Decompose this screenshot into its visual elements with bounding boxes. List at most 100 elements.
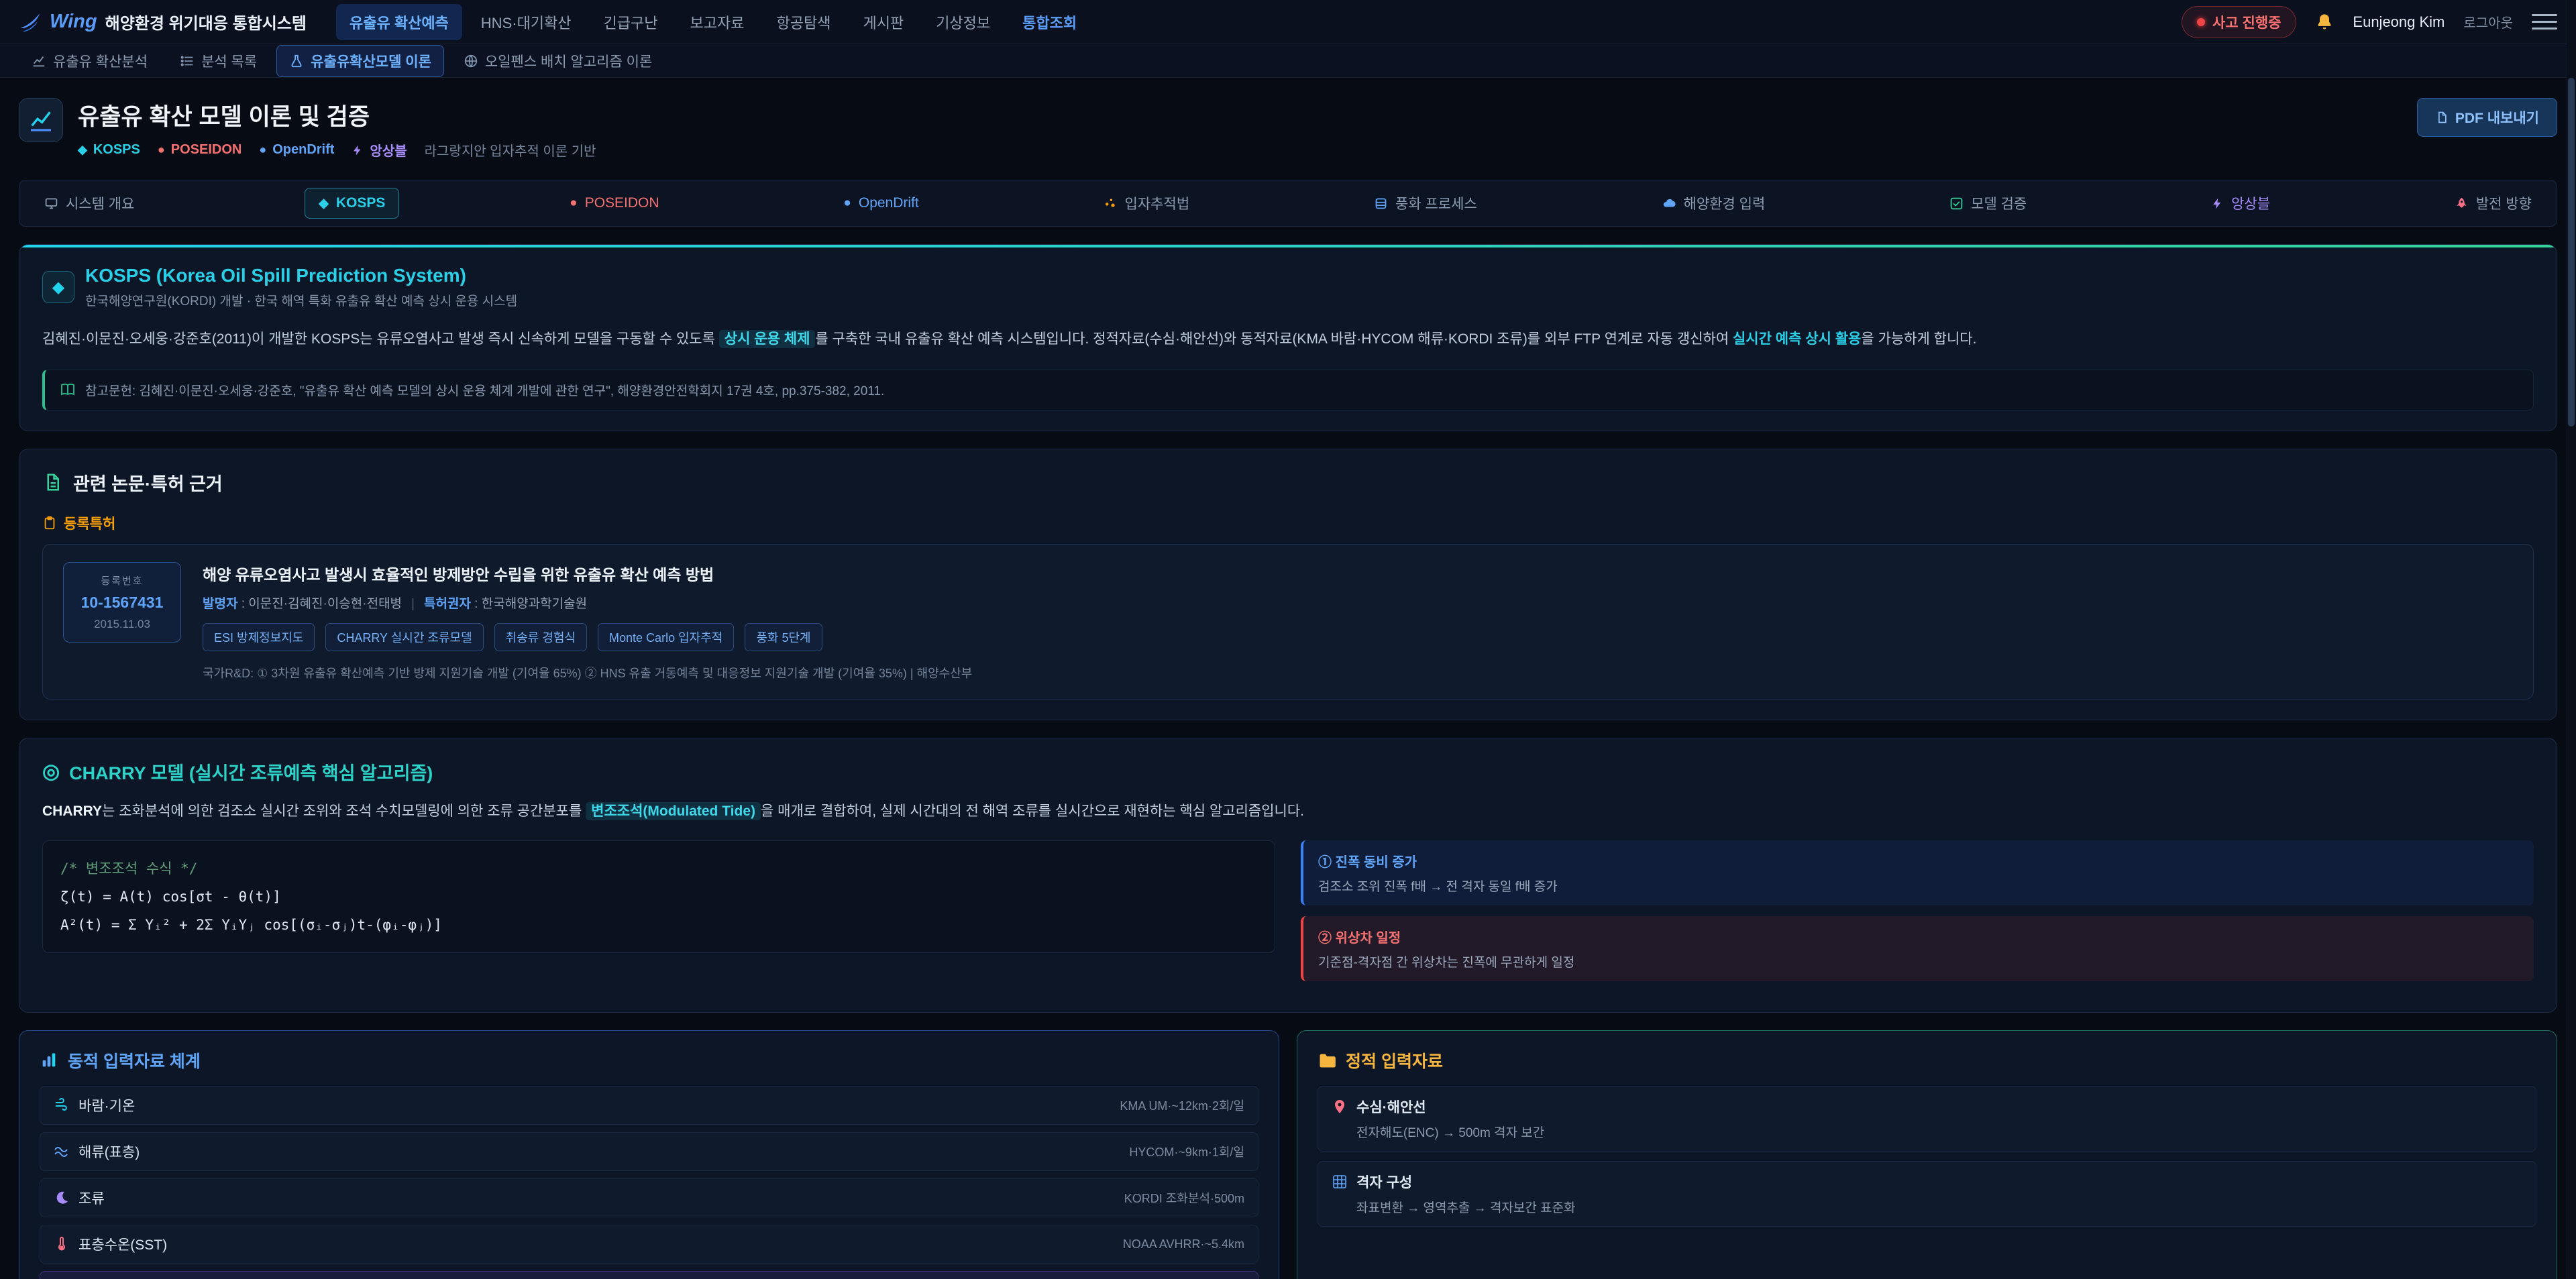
kosps-diamond-icon: ◆ bbox=[42, 271, 74, 303]
charry-paragraph: CHARRY는 조화분석에 의한 검조소 실시간 조위와 조석 수치모델링에 의… bbox=[42, 799, 2534, 824]
tag-charry-model: CHARRY 실시간 조류모델 bbox=[325, 623, 483, 651]
diamond-icon: ◆ bbox=[319, 196, 329, 211]
badge-poseidon: ●POSEIDON bbox=[158, 142, 241, 158]
nav-item-weather[interactable]: 기상정보 bbox=[922, 4, 1004, 40]
section-nav: 시스템 개요 ◆ KOSPS ● POSEIDON ● OpenDrift 입자… bbox=[19, 180, 2557, 227]
kosps-header: ◆ KOSPS (Korea Oil Spill Prediction Syst… bbox=[42, 265, 2534, 309]
bell-icon[interactable] bbox=[2315, 13, 2334, 32]
incident-label: 사고 진행중 bbox=[2212, 12, 2281, 32]
book-icon bbox=[60, 382, 76, 398]
dot-icon: ● bbox=[570, 196, 577, 211]
charry-header: ◎ CHARRY 모델 (실시간 조류예측 핵심 알고리즘) bbox=[42, 759, 2534, 785]
nav-item-board[interactable]: 게시판 bbox=[849, 4, 917, 40]
section-item-ocean-environment-input[interactable]: 해양환경 입력 bbox=[1648, 186, 1780, 221]
section-item-system-overview[interactable]: 시스템 개요 bbox=[30, 186, 148, 221]
kosps-title: KOSPS (Korea Oil Spill Prediction System… bbox=[85, 265, 517, 286]
kosps-paragraph: 김혜진·이문진·오세웅·강준호(2011)이 개발한 KOSPS는 유류오염사고… bbox=[42, 327, 2534, 352]
section-item-future-direction[interactable]: 발전 방향 bbox=[2440, 186, 2546, 221]
brand-name: Wing bbox=[50, 11, 97, 33]
nav-item-oil-spill-prediction[interactable]: 유출유 확산예측 bbox=[336, 4, 462, 40]
logout-link[interactable]: 로그아웃 bbox=[2463, 12, 2513, 32]
dot-icon: ● bbox=[843, 196, 851, 211]
layers-icon bbox=[1374, 197, 1388, 211]
topbar: Wing 해양환경 위기대응 통합시스템 유출유 확산예측 HNS·대기확산 긴… bbox=[0, 0, 2576, 44]
tab-label: 유출유확산모델 이론 bbox=[311, 51, 431, 71]
dynamic-input-header: 동적 입력자료 체계 bbox=[40, 1048, 1258, 1072]
tab-oil-fence-algorithm-theory[interactable]: 오일펜스 배치 알고리즘 이론 bbox=[451, 45, 665, 77]
brand-title: 해양환경 위기대응 통합시스템 bbox=[105, 10, 307, 34]
patent-date: 2015.11.03 bbox=[76, 618, 168, 631]
nav-item-emergency-rescue[interactable]: 긴급구난 bbox=[590, 4, 672, 40]
menu-icon[interactable] bbox=[2532, 14, 2557, 30]
section-item-opendrift[interactable]: ● OpenDrift bbox=[829, 188, 932, 219]
brand[interactable]: Wing 해양환경 위기대응 통합시스템 bbox=[19, 10, 307, 34]
cloud-icon bbox=[1662, 196, 1676, 211]
section-item-model-validation[interactable]: 모델 검증 bbox=[1935, 186, 2041, 221]
incident-status-badge[interactable]: 사고 진행중 bbox=[2182, 6, 2296, 38]
tab-model-theory[interactable]: 유출유확산모델 이론 bbox=[276, 45, 444, 77]
tag-esi-map: ESI 방제정보지도 bbox=[203, 623, 315, 651]
static-input-header: 정적 입력자료 bbox=[1318, 1048, 2536, 1072]
papers-section: 관련 논문·특허 근거 등록특허 등록번호 10-1567431 2015.11… bbox=[19, 449, 2557, 720]
moon-icon bbox=[54, 1190, 70, 1206]
patent-number: 10-1567431 bbox=[76, 594, 168, 612]
bolt-icon bbox=[352, 144, 364, 156]
grid-icon bbox=[1332, 1174, 1348, 1190]
section-item-particle-tracking[interactable]: 입자추적법 bbox=[1089, 186, 1204, 221]
section-item-weathering-process[interactable]: 풍화 프로세스 bbox=[1360, 186, 1491, 221]
target-icon: ◎ bbox=[42, 760, 60, 783]
reference-box: 참고문헌: 김혜진·이문진·오세웅·강준호, "유출유 확산 예측 모델의 상시… bbox=[42, 370, 2534, 410]
patent-tags: ESI 방제정보지도 CHARRY 실시간 조류모델 취송류 경험식 Monte… bbox=[203, 623, 972, 651]
thermometer-icon bbox=[54, 1236, 70, 1252]
dot-icon: ● bbox=[259, 143, 266, 157]
highlight-always-on-system: 상시 운용 체제 bbox=[719, 330, 816, 348]
nav-item-integrated-search[interactable]: 통합조회 bbox=[1009, 4, 1090, 40]
section-item-kosps[interactable]: ◆ KOSPS bbox=[305, 188, 399, 219]
kosps-subtitle: 한국해양연구원(KORDI) 개발 · 한국 해역 특화 유출유 확산 예측 상… bbox=[85, 291, 517, 309]
page-chart-icon bbox=[19, 98, 63, 142]
scrollbar-thumb[interactable] bbox=[2568, 78, 2575, 427]
patent-meta: 발명자 : 이문진·김혜진·이승현·전태병|특허권자 : 한국해양과학기술원 bbox=[203, 594, 972, 612]
patent-body: 해양 유류오염사고 발생시 효율적인 방제방안 수립을 위한 유출유 확산 예측… bbox=[203, 562, 972, 681]
list-icon bbox=[180, 54, 195, 68]
dynamic-row-tide: 조류 KORDI 조화분석·500m bbox=[40, 1178, 1258, 1217]
section-item-ensemble[interactable]: 앙상블 bbox=[2197, 186, 2284, 221]
patent-number-label: 등록번호 bbox=[76, 573, 168, 588]
patent-title: 해양 유류오염사고 발생시 효율적인 방제방안 수립을 위한 유출유 확산 예측… bbox=[203, 562, 972, 585]
particles-icon bbox=[1104, 197, 1118, 211]
page-header: 유출유 확산 모델 이론 및 검증 ◆KOSPS ●POSEIDON ●Open… bbox=[19, 98, 2557, 160]
charry-section: ◎ CHARRY 모델 (실시간 조류예측 핵심 알고리즘) CHARRY는 조… bbox=[19, 738, 2557, 1013]
formula-zeta: ζ(t) = A(t) cos[σt - θ(t)] bbox=[60, 883, 1257, 911]
user-name: Eunjeong Kim bbox=[2353, 13, 2445, 31]
section-item-poseidon[interactable]: ● POSEIDON bbox=[555, 188, 673, 219]
patent-footnote: 국가R&D: ① 3차원 유출유 확산예측 기반 방제 지원기술 개발 (기여율… bbox=[203, 664, 972, 681]
scrollbar[interactable] bbox=[2567, 0, 2576, 1279]
dot-icon: ● bbox=[158, 143, 165, 157]
check-square-icon bbox=[1949, 197, 1964, 211]
tag-monte-carlo: Monte Carlo 입자추적 bbox=[598, 623, 734, 651]
wave-icon bbox=[54, 1144, 70, 1160]
document-icon bbox=[42, 472, 62, 492]
nav-item-reports[interactable]: 보고자료 bbox=[677, 4, 758, 40]
tag-weathering-5: 풍화 5단계 bbox=[745, 623, 822, 651]
bar-chart-icon bbox=[40, 1051, 58, 1070]
globe-icon bbox=[464, 54, 478, 68]
tab-diffusion-analysis[interactable]: 유출유 확산분석 bbox=[19, 45, 160, 77]
static-input-section: 정적 입력자료 수심·해안선 전자해도(ENC) → 500m 격자 보간 격자… bbox=[1297, 1030, 2557, 1279]
tab-analysis-list[interactable]: 분석 목록 bbox=[167, 45, 270, 77]
subtitle-note: 라그랑지안 입자추적 이론 기반 bbox=[425, 140, 596, 160]
highlight-modulated-tide: 변조조석(Modulated Tide) bbox=[586, 802, 761, 820]
reference-text: 참고문헌: 김혜진·이문진·오세웅·강준호, "유출유 확산 예측 모델의 상시… bbox=[85, 381, 884, 399]
topbar-right: 사고 진행중 Eunjeong Kim 로그아웃 bbox=[2182, 6, 2557, 38]
nav-item-hns-atmospheric[interactable]: HNS·대기확산 bbox=[468, 4, 585, 40]
pdf-export-button[interactable]: PDF 내보내기 bbox=[2417, 98, 2557, 137]
page-content: 유출유 확산 모델 이론 및 검증 ◆KOSPS ●POSEIDON ●Open… bbox=[0, 78, 2576, 1279]
dynamic-input-section: 동적 입력자료 체계 바람·기온 KMA UM·~12km·2회/일 해류(표층… bbox=[19, 1030, 1279, 1279]
badge-kosps: ◆KOSPS bbox=[78, 142, 140, 158]
nav-item-aerial-search[interactable]: 항공탐색 bbox=[763, 4, 844, 40]
modulated-tide-formula: /* 변조조석 수식 */ ζ(t) = A(t) cos[σt - θ(t)]… bbox=[42, 840, 1275, 953]
dynamic-row-wind-temp: 바람·기온 KMA UM·~12km·2회/일 bbox=[40, 1086, 1258, 1125]
highlight-realtime-use: 실시간 예측 상시 활용 bbox=[1733, 331, 1861, 347]
amplitude-note: ① 진폭 동비 증가 검조소 조위 진폭 f배 → 전 격자 동일 f배 증가 bbox=[1301, 840, 2534, 905]
dynamic-row-sst: 표층수온(SST) NOAA AVHRR·~5.4km bbox=[40, 1225, 1258, 1264]
